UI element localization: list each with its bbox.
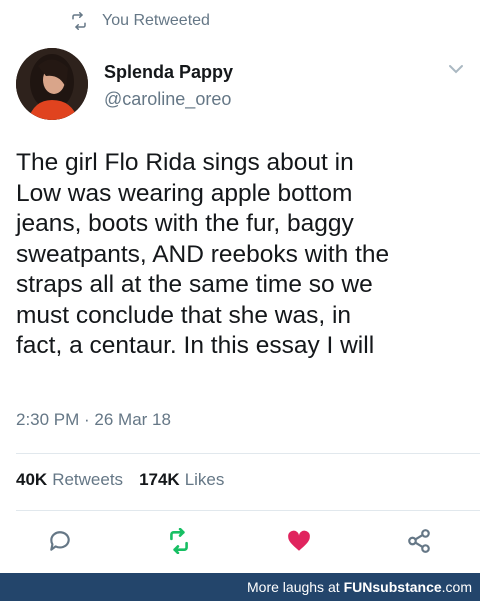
- tweet-stats: 40K Retweets 174K Likes: [16, 470, 224, 490]
- share-icon[interactable]: [406, 528, 432, 554]
- watermark-footer: More laughs at FUNsubstance.com: [0, 573, 480, 601]
- heart-icon[interactable]: [286, 528, 312, 554]
- likes-stat[interactable]: 174K Likes: [139, 470, 224, 490]
- likes-label: Likes: [184, 470, 225, 489]
- likes-count: 174K: [139, 470, 180, 489]
- divider: [16, 453, 480, 454]
- tweet-actions: [0, 528, 480, 558]
- retweets-count: 40K: [16, 470, 48, 489]
- footer-brand-main: FUNsubstance: [343, 579, 442, 595]
- retweets-label: Retweets: [52, 470, 124, 489]
- retweet-icon: [70, 12, 88, 30]
- retweet-context: You Retweeted: [70, 12, 210, 30]
- author-name[interactable]: Splenda Pappy: [104, 61, 233, 83]
- reply-icon[interactable]: [47, 528, 73, 554]
- footer-prefix: More laughs at: [247, 579, 340, 595]
- author-handle[interactable]: @caroline_oreo: [104, 87, 233, 111]
- retweet-icon[interactable]: [166, 528, 192, 554]
- retweets-stat[interactable]: 40K Retweets: [16, 470, 123, 490]
- divider: [16, 510, 480, 511]
- author-block[interactable]: Splenda Pappy @caroline_oreo: [104, 61, 233, 111]
- tweet-text: The girl Flo Rida sings about in Low was…: [16, 149, 390, 359]
- chevron-down-icon[interactable]: [448, 62, 464, 74]
- avatar[interactable]: [16, 48, 88, 120]
- retweet-context-label: You Retweeted: [102, 12, 210, 29]
- footer-brand-suffix: .com: [441, 579, 472, 595]
- footer-brand: FUNsubstance.com: [344, 579, 472, 595]
- tweet-timestamp: 2:30 PM · 26 Mar 18: [16, 410, 171, 429]
